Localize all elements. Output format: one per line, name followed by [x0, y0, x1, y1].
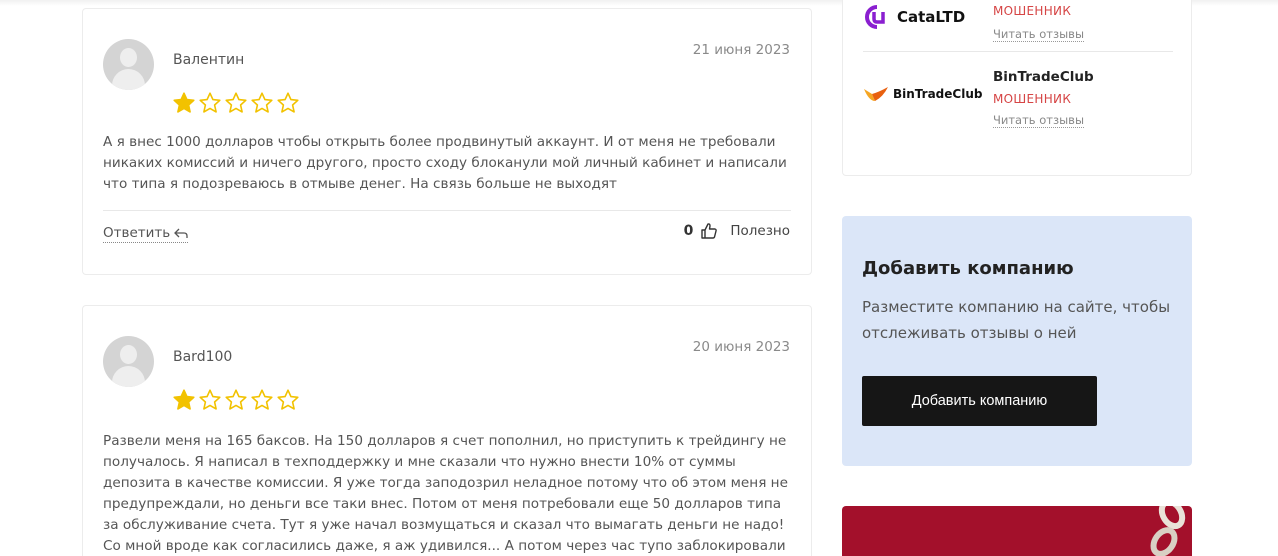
divider: [103, 210, 791, 211]
add-company-title: Добавить компанию: [862, 258, 1074, 279]
divider: [863, 51, 1173, 52]
bintradeclub-logo-icon: [864, 87, 888, 101]
avatar: [103, 39, 154, 90]
review-text: Развели меня на 165 баксов. На 150 долла…: [103, 433, 788, 554]
thumbs-up-icon[interactable]: [700, 222, 718, 240]
star-filled-icon: [173, 389, 195, 410]
promo-banner[interactable]: [842, 506, 1192, 556]
add-company-panel: Добавить компанию Разместите компанию на…: [842, 216, 1192, 466]
company-list: CataLTD МОШЕННИК Читать отзывы BinTradeC…: [842, 0, 1192, 176]
helpful-label: Полезно: [730, 223, 790, 239]
helpful-count: 0: [683, 223, 694, 239]
rating-stars: [172, 388, 300, 412]
reply-arrow-icon: [174, 228, 188, 238]
review-date: 20 июня 2023: [692, 339, 790, 355]
reply-label: Ответить: [103, 225, 171, 241]
helpful-control: 0 Полезно: [684, 222, 790, 240]
company-status: МОШЕННИК: [993, 4, 1072, 18]
company-item-bintradeclub[interactable]: BinTradeClub BinTradeClub МОШЕННИК Читат…: [863, 69, 1173, 139]
company-status: МОШЕННИК: [993, 92, 1072, 106]
review-card: Валентин 21 июня 2023 А я внес 1000 долл…: [82, 8, 812, 275]
company-logo: BinTradeClub: [863, 85, 982, 103]
review-author: Валентин: [173, 52, 245, 68]
star-empty-icon: [277, 389, 299, 410]
company-logo: CataLTD: [863, 4, 965, 30]
star-empty-icon: [277, 92, 299, 113]
review-card: Bard100 20 июня 2023 Развели меня на 165…: [82, 305, 812, 556]
logo-text: BinTradeClub: [893, 87, 983, 101]
star-empty-icon: [225, 389, 247, 410]
add-company-description: Разместите компанию на сайте, чтобы отсл…: [862, 298, 1171, 342]
reply-button[interactable]: Ответить: [103, 225, 189, 243]
star-empty-icon: [199, 92, 221, 113]
star-empty-icon: [225, 92, 247, 113]
rating-stars: [172, 91, 300, 115]
company-name[interactable]: BinTradeClub: [993, 69, 1094, 85]
review-text: А я внес 1000 долларов чтобы открыть бол…: [103, 134, 787, 192]
chain-graphic-icon: [1150, 506, 1186, 556]
logo-text: CataLTD: [897, 8, 966, 26]
review-date: 21 июня 2023: [692, 42, 790, 58]
read-reviews-link[interactable]: Читать отзывы: [993, 113, 1085, 128]
star-empty-icon: [251, 389, 273, 410]
add-company-button[interactable]: Добавить компанию: [862, 376, 1097, 426]
review-author: Bard100: [173, 349, 233, 365]
star-empty-icon: [199, 389, 221, 410]
read-reviews-link[interactable]: Читать отзывы: [993, 27, 1085, 42]
avatar: [103, 336, 154, 387]
cataltd-logo-icon: [865, 5, 885, 29]
star-empty-icon: [251, 92, 273, 113]
star-filled-icon: [173, 92, 195, 113]
